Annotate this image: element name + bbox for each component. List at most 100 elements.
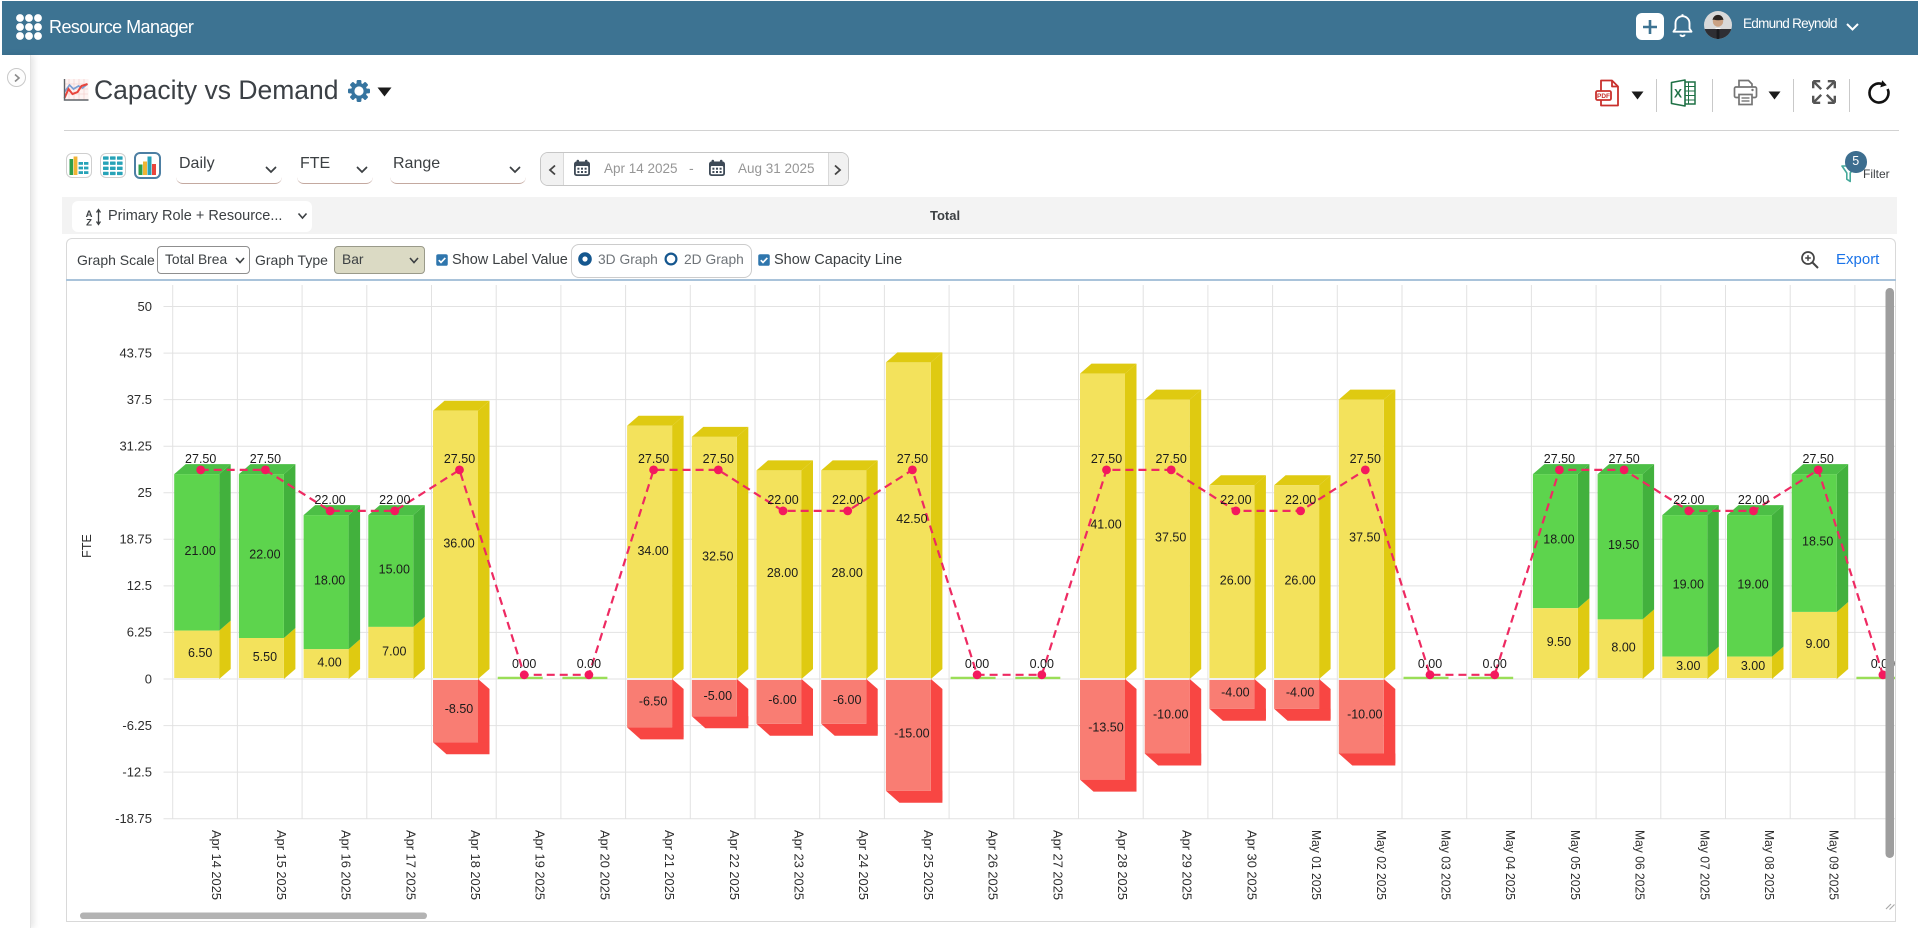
svg-text:22.00: 22.00 (767, 493, 798, 507)
svg-text:Apr 15 2025: Apr 15 2025 (274, 830, 289, 900)
svg-text:Apr 26 2025: Apr 26 2025 (986, 830, 1001, 900)
svg-text:18.00: 18.00 (314, 574, 345, 588)
svg-text:37.50: 37.50 (1155, 531, 1186, 545)
svg-text:0.00: 0.00 (965, 657, 989, 671)
svg-text:27.50: 27.50 (1156, 452, 1187, 466)
svg-text:-15.00: -15.00 (894, 726, 929, 740)
svg-text:0.00: 0.00 (1483, 657, 1507, 671)
svg-text:Z: Z (86, 218, 92, 227)
svg-text:May 09 2025: May 09 2025 (1827, 830, 1842, 900)
svg-text:0.00: 0.00 (512, 657, 536, 671)
svg-text:27.50: 27.50 (638, 452, 669, 466)
svg-text:15.00: 15.00 (379, 562, 410, 576)
svg-text:31.25: 31.25 (119, 439, 152, 454)
svg-text:May 06 2025: May 06 2025 (1633, 830, 1648, 900)
svg-text:27.50: 27.50 (1608, 452, 1639, 466)
svg-text:37.50: 37.50 (1349, 531, 1380, 545)
svg-text:9.00: 9.00 (1806, 637, 1830, 651)
svg-text:27.50: 27.50 (1803, 452, 1834, 466)
svg-text:-10.00: -10.00 (1153, 708, 1188, 722)
svg-text:43.75: 43.75 (119, 345, 152, 360)
svg-text:0.00: 0.00 (577, 657, 601, 671)
svg-text:34.00: 34.00 (637, 544, 668, 558)
svg-text:Apr 20 2025: Apr 20 2025 (597, 830, 612, 900)
svg-text:8.00: 8.00 (1611, 641, 1635, 655)
svg-text:3.00: 3.00 (1676, 659, 1700, 673)
svg-text:28.00: 28.00 (767, 566, 798, 580)
svg-text:-18.75: -18.75 (115, 811, 152, 826)
svg-text:9.50: 9.50 (1547, 635, 1571, 649)
svg-text:4.00: 4.00 (317, 656, 341, 670)
svg-text:Apr 30 2025: Apr 30 2025 (1244, 830, 1259, 900)
svg-text:6.25: 6.25 (127, 625, 152, 640)
svg-text:27.50: 27.50 (1091, 452, 1122, 466)
svg-text:0.00: 0.00 (1418, 657, 1442, 671)
svg-text:26.00: 26.00 (1220, 574, 1251, 588)
svg-text:50: 50 (138, 299, 152, 314)
svg-text:22.00: 22.00 (1220, 493, 1251, 507)
svg-text:27.50: 27.50 (1544, 452, 1575, 466)
svg-text:-12.5: -12.5 (122, 764, 152, 779)
svg-text:-4.00: -4.00 (1221, 685, 1250, 699)
svg-text:-6.00: -6.00 (768, 693, 797, 707)
svg-text:Apr 25 2025: Apr 25 2025 (921, 830, 936, 900)
svg-text:28.00: 28.00 (832, 566, 863, 580)
svg-text:-6.25: -6.25 (122, 718, 152, 733)
svg-text:19.00: 19.00 (1737, 577, 1768, 591)
svg-text:36.00: 36.00 (443, 536, 474, 550)
svg-text:26.00: 26.00 (1284, 574, 1315, 588)
svg-text:Apr 21 2025: Apr 21 2025 (662, 830, 677, 900)
svg-text:27.50: 27.50 (444, 452, 475, 466)
svg-text:25: 25 (138, 485, 152, 500)
svg-text:Apr 28 2025: Apr 28 2025 (1115, 830, 1130, 900)
svg-text:32.50: 32.50 (702, 549, 733, 563)
svg-text:22.00: 22.00 (314, 493, 345, 507)
svg-text:22.00: 22.00 (1673, 493, 1704, 507)
svg-text:-6.50: -6.50 (639, 695, 668, 709)
svg-text:3.00: 3.00 (1741, 659, 1765, 673)
svg-text:Apr 17 2025: Apr 17 2025 (403, 830, 418, 900)
svg-text:-10.00: -10.00 (1347, 708, 1382, 722)
svg-text:12.5: 12.5 (127, 578, 152, 593)
svg-text:27.50: 27.50 (1350, 452, 1381, 466)
svg-text:0: 0 (145, 671, 152, 686)
svg-text:7.00: 7.00 (382, 644, 406, 658)
svg-text:22.00: 22.00 (1738, 493, 1769, 507)
svg-text:18.75: 18.75 (119, 532, 152, 547)
svg-text:22.00: 22.00 (379, 493, 410, 507)
svg-text:May 07 2025: May 07 2025 (1697, 830, 1712, 900)
svg-text:-6.00: -6.00 (833, 693, 862, 707)
svg-text:Apr 19 2025: Apr 19 2025 (533, 830, 548, 900)
svg-text:Apr 27 2025: Apr 27 2025 (1050, 830, 1065, 900)
svg-text:42.50: 42.50 (896, 512, 927, 526)
svg-text:5.50: 5.50 (253, 650, 277, 664)
svg-text:-13.50: -13.50 (1088, 721, 1123, 735)
svg-text:27.50: 27.50 (897, 452, 928, 466)
svg-text:37.5: 37.5 (127, 392, 152, 407)
svg-text:41.00: 41.00 (1090, 518, 1121, 532)
svg-text:19.00: 19.00 (1673, 577, 1704, 591)
svg-text:May 05 2025: May 05 2025 (1568, 830, 1583, 900)
svg-text:-8.50: -8.50 (445, 702, 474, 716)
svg-text:X: X (1674, 87, 1682, 101)
svg-text:Apr 14 2025: Apr 14 2025 (209, 830, 224, 900)
svg-text:Apr 16 2025: Apr 16 2025 (339, 830, 354, 900)
svg-text:May 08 2025: May 08 2025 (1762, 830, 1777, 900)
svg-text:22.00: 22.00 (249, 548, 280, 562)
svg-text:22.00: 22.00 (1285, 493, 1316, 507)
svg-text:6.50: 6.50 (188, 646, 212, 660)
svg-text:FTE: FTE (80, 534, 94, 558)
svg-text:Apr 24 2025: Apr 24 2025 (856, 830, 871, 900)
svg-text:Apr 22 2025: Apr 22 2025 (727, 830, 742, 900)
svg-text:PDF: PDF (1597, 93, 1610, 100)
svg-text:Apr 29 2025: Apr 29 2025 (1180, 830, 1195, 900)
svg-text:21.00: 21.00 (185, 544, 216, 558)
svg-text:May 02 2025: May 02 2025 (1374, 830, 1389, 900)
svg-text:May 03 2025: May 03 2025 (1439, 830, 1454, 900)
svg-text:-4.00: -4.00 (1286, 685, 1315, 699)
svg-text:27.50: 27.50 (703, 452, 734, 466)
svg-text:May 01 2025: May 01 2025 (1309, 830, 1324, 900)
svg-text:Apr 23 2025: Apr 23 2025 (792, 830, 807, 900)
svg-text:27.50: 27.50 (250, 452, 281, 466)
svg-text:Apr 18 2025: Apr 18 2025 (468, 830, 483, 900)
